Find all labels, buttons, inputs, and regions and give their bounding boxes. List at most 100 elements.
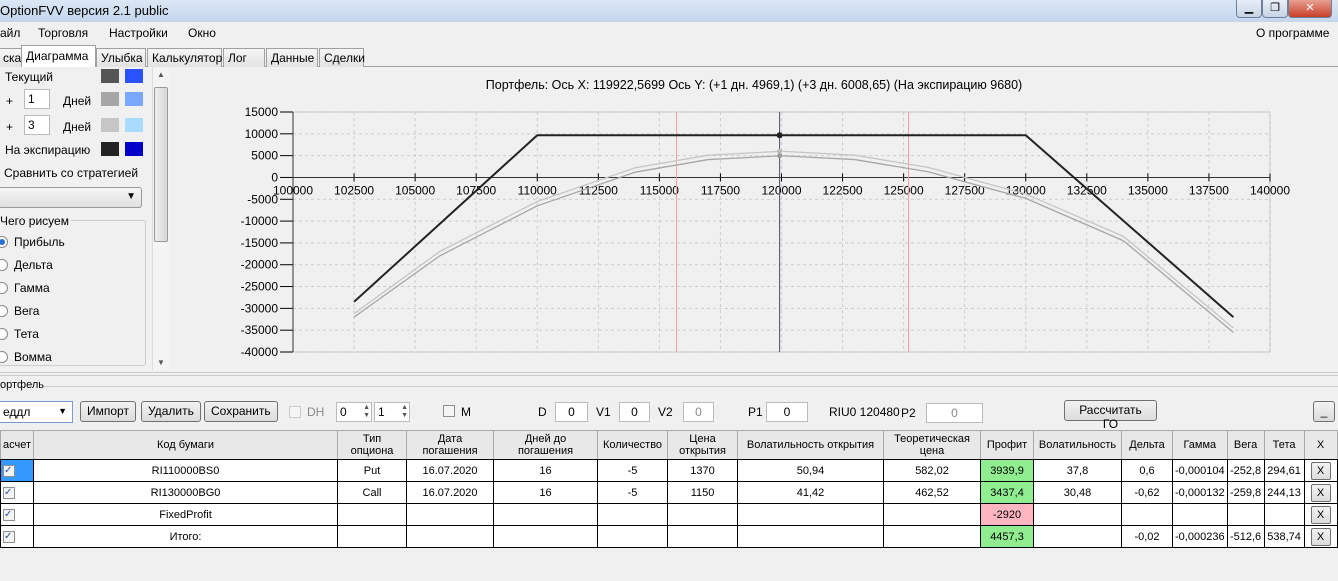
minimize-button[interactable]: ▁: [1236, 0, 1262, 18]
delete-row-button[interactable]: X: [1310, 505, 1331, 524]
table-row[interactable]: ✓ RI110000BS0 Put 16.07.2020 16 -5 1370 50,94 58…: [0, 459, 1338, 482]
close-button[interactable]: ✕: [1288, 0, 1332, 18]
current-color-swatch-2[interactable]: [125, 69, 143, 83]
diagram-settings-panel: Текущий + 1 Дней + 3 Дней На экспирацию …: [0, 67, 170, 370]
day3-color-swatch-2[interactable]: [125, 118, 143, 132]
scroll-up-icon[interactable]: ▲: [157, 70, 165, 79]
portfolio-label: ортфель: [0, 379, 44, 391]
expiry-color-swatch[interactable]: [101, 142, 119, 156]
strategy-select[interactable]: еддл ▼: [0, 401, 73, 423]
collapse-button[interactable]: _: [1313, 401, 1335, 422]
import-button[interactable]: Импорт: [80, 401, 136, 422]
calculate-margin-button[interactable]: Рассчитать ГО: [1064, 400, 1157, 431]
column-header[interactable]: X: [1303, 430, 1338, 460]
tab-diagram[interactable]: Диаграмма: [21, 45, 96, 68]
column-header[interactable]: Профит: [980, 430, 1035, 460]
current-color-swatch[interactable]: [101, 69, 119, 83]
calc-checkbox[interactable]: ✓: [3, 509, 15, 521]
column-header[interactable]: Вега: [1226, 430, 1265, 460]
column-header[interactable]: Волатильность открытия: [737, 430, 885, 460]
y-tick-label: -40000: [241, 345, 279, 359]
delete-cell[interactable]: X: [1303, 459, 1338, 482]
tab-desk[interactable]: ска: [0, 48, 22, 67]
calc-cell[interactable]: ✓: [0, 503, 35, 526]
calc-checkbox[interactable]: ✓: [3, 531, 15, 543]
menu-about[interactable]: О программе: [1256, 26, 1329, 40]
calc-cell[interactable]: ✓: [0, 481, 35, 504]
menu-bar: айл Торговля Настройки Окно О программе: [0, 22, 1338, 45]
column-header[interactable]: Дата погашения: [406, 430, 495, 460]
m-checkbox[interactable]: [443, 405, 455, 417]
spin1-input[interactable]: 0 ▲ ▼: [336, 402, 372, 422]
menu-trading[interactable]: Торговля: [38, 26, 88, 40]
column-header[interactable]: Количество: [597, 430, 669, 460]
delete-row-button[interactable]: X: [1310, 461, 1331, 480]
p1-input[interactable]: 0: [766, 402, 808, 422]
radio-label: Вега: [14, 304, 40, 318]
days3-input[interactable]: 3: [24, 115, 50, 135]
x-tick-label: 115000: [640, 183, 679, 197]
table-cell: [737, 503, 885, 526]
spin2-input[interactable]: 1 ▲ ▼: [374, 402, 410, 422]
table-cell: -252,8: [1226, 459, 1265, 482]
compare-strategy-select[interactable]: ▼: [0, 187, 142, 208]
x-tick-label: 105000: [395, 183, 435, 197]
menu-file[interactable]: айл: [0, 26, 20, 40]
calc-cell[interactable]: ✓: [0, 525, 35, 548]
calc-checkbox[interactable]: ✓: [3, 465, 15, 477]
chart-title: Портфель: Ось X: 119922,5699 Ось Y: (+1 …: [486, 78, 1022, 92]
panel-splitter[interactable]: [0, 372, 1338, 376]
day1-color-swatch[interactable]: [101, 92, 119, 106]
delete-row-button[interactable]: X: [1310, 483, 1331, 502]
save-button[interactable]: Сохранить: [204, 401, 278, 422]
day1-color-swatch-2[interactable]: [125, 92, 143, 106]
table-row[interactable]: ✓ RI130000BG0 Call 16.07.2020 16 -5 1150 41,42 4…: [0, 481, 1338, 504]
tab-data[interactable]: Данные: [266, 48, 318, 67]
calc-checkbox[interactable]: ✓: [3, 487, 15, 499]
spin-arrows-icon[interactable]: ▲ ▼: [401, 404, 408, 420]
column-header[interactable]: Код бумаги: [33, 430, 339, 460]
dh-checkbox[interactable]: [289, 406, 301, 418]
tab-log[interactable]: Лог: [223, 48, 265, 67]
expiry-color-swatch-2[interactable]: [125, 142, 143, 156]
current-label: Текущий: [5, 70, 53, 84]
p2-input[interactable]: 0: [926, 403, 983, 423]
days1-input[interactable]: 1: [24, 89, 50, 109]
delete-cell[interactable]: X: [1303, 481, 1338, 504]
menu-settings[interactable]: Настройки: [109, 26, 168, 40]
day3-color-swatch[interactable]: [101, 118, 119, 132]
column-header[interactable]: Цена открытия: [667, 430, 739, 460]
v1-input[interactable]: 0: [619, 402, 650, 422]
table-cell: [737, 525, 885, 548]
column-header[interactable]: Тип опциона: [337, 430, 408, 460]
tab-calculator[interactable]: Калькулятор: [147, 48, 222, 67]
column-header[interactable]: Дней до погашения: [493, 430, 599, 460]
table-cell: -2920: [980, 503, 1035, 526]
v2-input[interactable]: 0: [683, 402, 714, 422]
left-panel-scrollbar[interactable]: ▲ ▼: [152, 67, 169, 370]
table-cell: [406, 525, 495, 548]
table-row[interactable]: ✓ FixedProfit -2920 X: [0, 503, 1338, 526]
d-input[interactable]: 0: [555, 402, 588, 422]
tab-smile[interactable]: Улыбка: [96, 48, 146, 67]
table-row[interactable]: ✓ Итого: 4457,3 -0,02 -0,000236 -512,6 538,74 X: [0, 525, 1338, 548]
column-header[interactable]: Тета: [1263, 430, 1305, 460]
scroll-thumb[interactable]: [154, 87, 168, 242]
column-header[interactable]: Волатильность: [1033, 430, 1123, 460]
delete-row-button[interactable]: X: [1310, 527, 1331, 546]
calc-cell[interactable]: ✓: [0, 459, 35, 482]
tab-deals[interactable]: Сделки: [319, 48, 365, 67]
column-header[interactable]: Гамма: [1172, 430, 1228, 460]
column-header[interactable]: Дельта: [1121, 430, 1174, 460]
column-header[interactable]: асчет: [0, 430, 35, 460]
delete-button[interactable]: Удалить: [141, 401, 201, 422]
table-cell: [597, 503, 669, 526]
maximize-button[interactable]: ❐: [1262, 0, 1288, 18]
table-cell: 0,6: [1121, 459, 1174, 482]
menu-window[interactable]: Окно: [188, 26, 216, 40]
delete-cell[interactable]: X: [1303, 525, 1338, 548]
column-header[interactable]: Теоретическая цена: [883, 430, 982, 460]
delete-cell[interactable]: X: [1303, 503, 1338, 526]
scroll-down-icon[interactable]: ▼: [157, 358, 165, 367]
spin-arrows-icon[interactable]: ▲ ▼: [363, 404, 370, 420]
